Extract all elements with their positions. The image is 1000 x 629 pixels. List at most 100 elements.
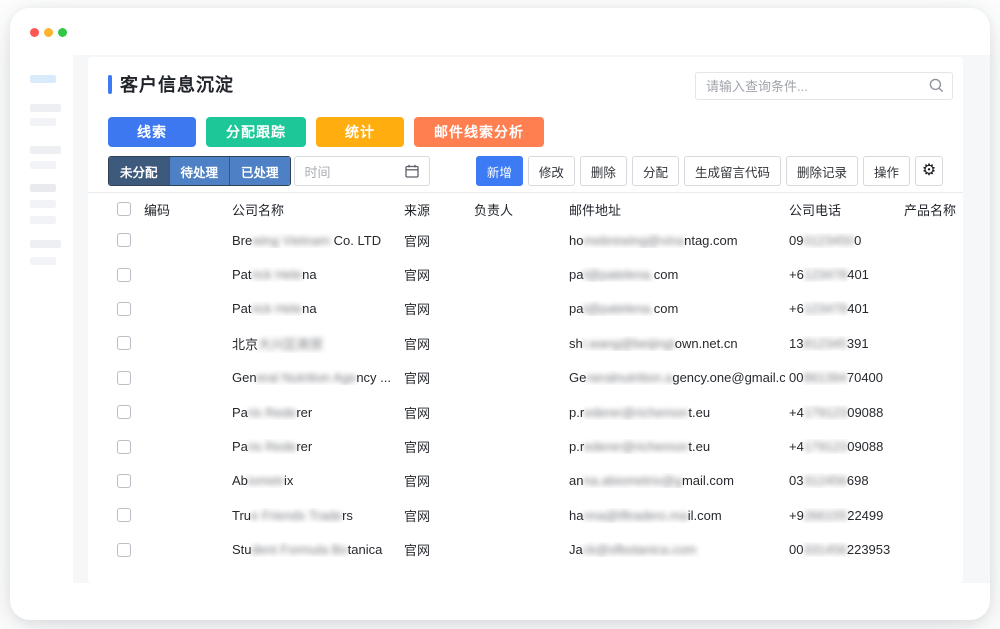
tab-email-clue-analysis[interactable]: 邮件线索分析 <box>414 117 544 147</box>
tab-assign-tracking[interactable]: 分配跟踪 <box>206 117 306 147</box>
panel-header: 客户信息沉淀 <box>88 57 963 100</box>
row-checkbox[interactable] <box>117 233 131 247</box>
row-checkbox-cell <box>108 508 140 522</box>
sidebar-skeleton-bar <box>30 118 56 126</box>
table-row[interactable]: Abiometrix 官网 anna.abiometrix@gmail.com … <box>88 464 963 498</box>
filter-pending[interactable]: 待处理 <box>169 157 230 185</box>
page-title: 客户信息沉淀 <box>120 71 234 97</box>
maximize-button[interactable] <box>58 28 67 37</box>
cell-company-name: Brewing Vietnam Co. LTD <box>228 233 400 248</box>
cell-company-name: True Friends Traders <box>228 508 400 523</box>
filter-processed[interactable]: 已处理 <box>229 157 290 185</box>
table-row[interactable]: 北京大兴区商贸 官网 shi.wang@beijingtown.net.cn 1… <box>88 326 963 360</box>
leads-table: 编码公司名称来源负责人邮件地址公司电话产品名称 Brewing Vietnam … <box>88 192 963 567</box>
table-row[interactable]: Paris Rederer 官网 p.rederer@richemont.eu … <box>88 395 963 429</box>
row-checkbox-cell <box>108 371 140 385</box>
redacted-text: wing Vietnam <box>252 233 330 248</box>
app-window: 客户信息沉淀 线索分配跟踪统计邮件线索分析 未分配待处理已处理 时间 新增修改删… <box>10 8 990 620</box>
cell-company-name: Student Formula Botanica <box>228 542 400 557</box>
cell-company-name: Paris Rederer <box>228 405 400 420</box>
tab-statistics[interactable]: 统计 <box>316 117 404 147</box>
redacted-text: 861394 <box>803 370 846 385</box>
generate-message-code-button[interactable]: 生成留言代码 <box>684 156 781 186</box>
sidebar-skeleton-bar <box>30 257 56 265</box>
assign-button[interactable]: 分配 <box>632 156 679 186</box>
title-accent-bar <box>108 75 112 94</box>
row-checkbox-cell <box>108 302 140 316</box>
date-picker[interactable]: 时间 <box>294 156 430 186</box>
col-phone: 公司电话 <box>785 200 900 219</box>
cell-email-address: pat@patelena.com <box>565 267 785 282</box>
redacted-text: ris Rede <box>248 439 296 454</box>
cell-email-address: p.rederer@richemont.eu <box>565 405 785 420</box>
cell-source: 官网 <box>400 334 470 353</box>
select-all-checkbox[interactable] <box>117 202 131 216</box>
minimize-button[interactable] <box>44 28 53 37</box>
redacted-text: 179123 <box>804 439 847 454</box>
row-checkbox[interactable] <box>117 440 131 454</box>
col-source: 来源 <box>400 200 470 219</box>
redacted-text: mebrewing@vina <box>583 233 684 248</box>
row-checkbox[interactable] <box>117 543 131 557</box>
cell-source: 官网 <box>400 540 470 559</box>
add-button[interactable]: 新增 <box>476 156 523 186</box>
redacted-text: 312456 <box>803 473 846 488</box>
header-checkbox-cell <box>108 202 140 216</box>
tab-clues[interactable]: 线索 <box>108 117 196 147</box>
redacted-text: dent Formula Bo <box>252 542 348 557</box>
tab-bar: 线索分配跟踪统计邮件线索分析 <box>108 117 963 147</box>
cell-email-address: homebrewing@vinantag.com <box>565 233 785 248</box>
table-row[interactable]: Patrick Helena 官网 pat@patelena.com +6123… <box>88 292 963 326</box>
window-controls <box>30 28 67 37</box>
redacted-text: na.abiometrix@g <box>583 473 681 488</box>
row-checkbox-cell <box>108 440 140 454</box>
cell-email-address: Generalnutrition.agency.one@gmail.com <box>565 370 785 385</box>
redacted-text: e Friends Trade <box>251 508 342 523</box>
row-checkbox[interactable] <box>117 268 131 282</box>
cell-source: 官网 <box>400 231 470 250</box>
cell-company-phone: 00331456223953 <box>785 542 900 557</box>
filter-unassigned[interactable]: 未分配 <box>109 157 169 185</box>
close-button[interactable] <box>30 28 39 37</box>
search-input[interactable] <box>695 72 953 100</box>
redacted-text: 331456 <box>803 542 846 557</box>
redacted-text: neralnutrition.a <box>586 370 672 385</box>
cell-email-address: shi.wang@beijingtown.net.cn <box>565 336 785 351</box>
table-row[interactable]: General Nutrition Agency ... . 官网 Genera… <box>88 361 963 395</box>
row-checkbox[interactable] <box>117 508 131 522</box>
row-checkbox[interactable] <box>117 336 131 350</box>
status-filter-group: 未分配待处理已处理 <box>108 156 291 186</box>
cell-source: 官网 <box>400 437 470 456</box>
search-icon[interactable] <box>929 78 944 93</box>
redacted-text: 大兴区商贸 <box>258 337 323 352</box>
cell-company-name: Paris Rederer <box>228 439 400 454</box>
table-row[interactable]: Brewing Vietnam Co. LTD 官网 homebrewing@v… <box>88 223 963 257</box>
delete-button[interactable]: 删除 <box>580 156 627 186</box>
edit-button[interactable]: 修改 <box>528 156 575 186</box>
col-owner: 负责人 <box>470 200 565 219</box>
table-row[interactable]: Paris Rederer 官网 p.rederer@richemont.eu … <box>88 429 963 463</box>
row-checkbox[interactable] <box>117 474 131 488</box>
cell-company-name: Patrick Helena <box>228 267 400 282</box>
table-row[interactable]: Patrick Helena 官网 pat@patelena.com +6123… <box>88 257 963 291</box>
row-checkbox[interactable] <box>117 371 131 385</box>
table-row[interactable]: True Friends Traders 官网 hanna@tftraders.… <box>88 498 963 532</box>
cell-email-address: hanna@tftraders.mail.com <box>565 508 785 523</box>
toolbar: 未分配待处理已处理 时间 新增修改删除分配生成留言代码删除记录操作⚙ <box>108 156 943 186</box>
row-checkbox[interactable] <box>117 302 131 316</box>
redacted-text: i.wang@beijingt <box>583 336 675 351</box>
operations-button[interactable]: 操作 <box>863 156 910 186</box>
col-company: 公司名称 <box>228 200 400 219</box>
settings-gear-button[interactable]: ⚙ <box>915 156 943 186</box>
cell-company-name: General Nutrition Agency ... . <box>228 370 400 385</box>
redacted-text: 179123 <box>804 405 847 420</box>
cell-source: 官网 <box>400 403 470 422</box>
row-checkbox-cell <box>108 474 140 488</box>
table-row[interactable]: Student Formula Botanica 官网 Jack@sfbotan… <box>88 533 963 567</box>
row-checkbox[interactable] <box>117 405 131 419</box>
cell-source: 官网 <box>400 265 470 284</box>
delete-records-button[interactable]: 删除记录 <box>786 156 858 186</box>
action-buttons: 新增修改删除分配生成留言代码删除记录操作⚙ <box>476 156 943 186</box>
col-product: 产品名称 <box>900 200 958 219</box>
sidebar-skeleton-bar <box>30 240 61 248</box>
